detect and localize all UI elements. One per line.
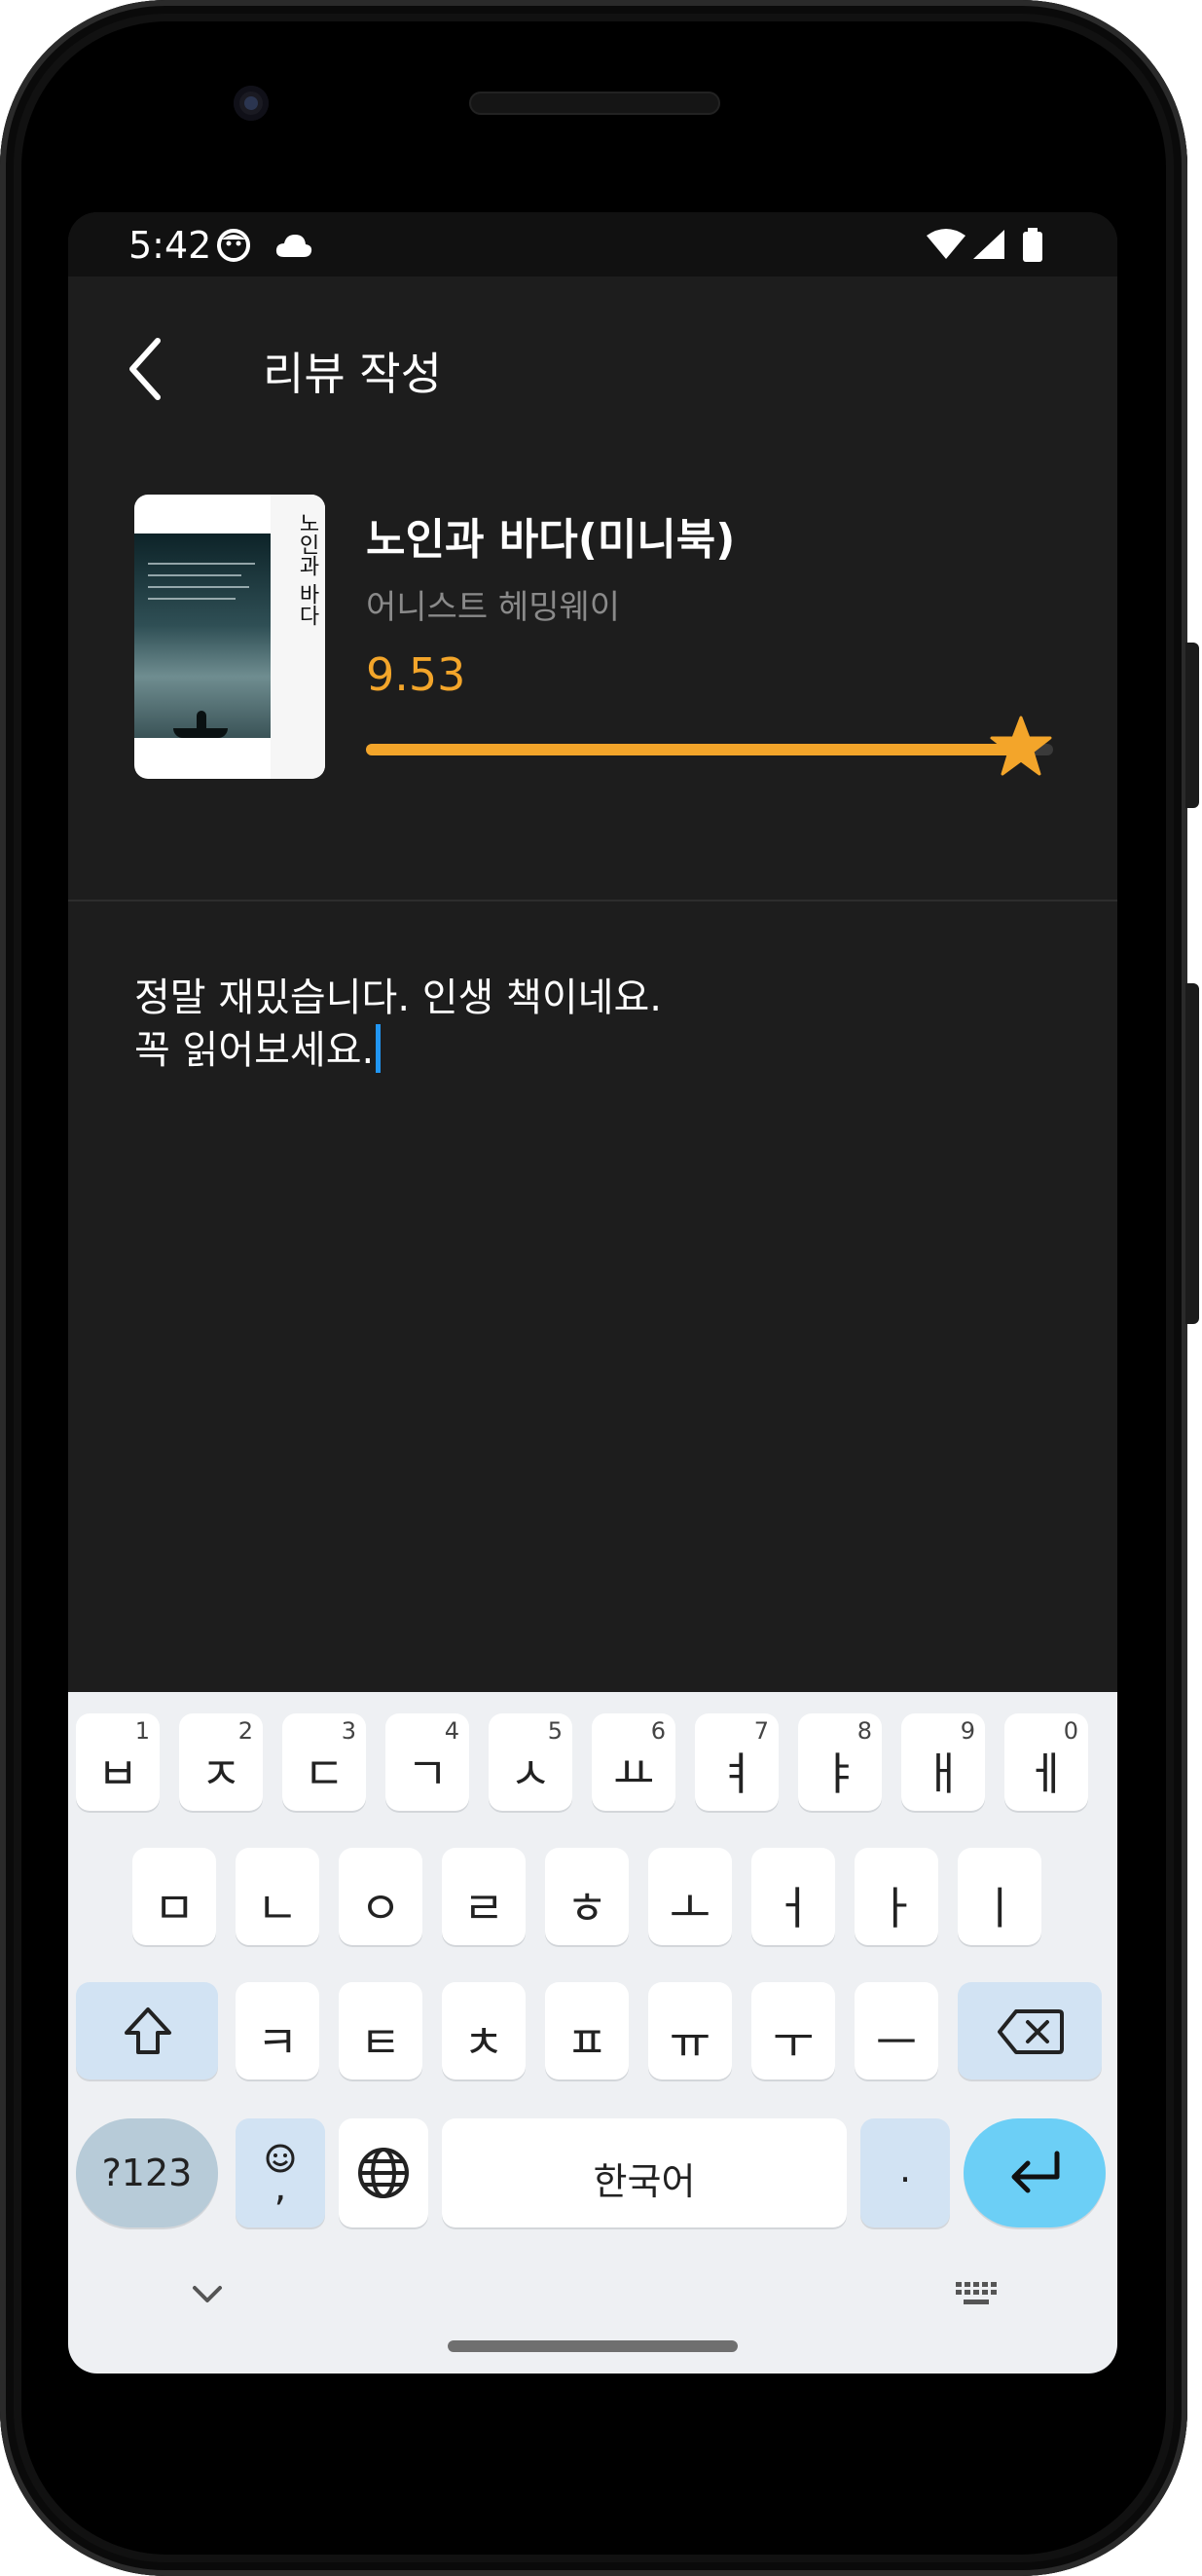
review-text-line-1: 정말 재밌습니다. 인생 책이네요. [134,975,662,1020]
rating-slider-fill [366,744,1021,755]
section-divider [68,900,1117,902]
enter-key[interactable] [964,2118,1106,2227]
key-yu[interactable]: ㅠ [648,1982,732,2079]
key-eo[interactable]: ㅓ [751,1848,835,1945]
back-arrow-icon [123,338,171,407]
period-key[interactable]: . [860,2118,950,2227]
space-key[interactable]: 한국어 [442,2118,847,2227]
power-button [1185,643,1199,808]
key-ng[interactable]: ㅇ [339,1848,422,1945]
comma-label: , [273,2165,287,2210]
star-icon[interactable] [989,715,1053,779]
key-t[interactable]: ㅌ [339,1982,422,2079]
status-time: 5:42 [128,224,212,267]
home-indicator[interactable] [448,2340,738,2352]
rating-slider[interactable] [366,716,1053,776]
key-7[interactable]: ㅕ7 [695,1713,779,1811]
keyboard: ㅂ1 ㅈ2 ㄷ3 ㄱ4 ㅅ5 ㅛ6 ㅕ7 ㅑ8 ㅐ9 ㅔ0 ㅁ ㄴ ㅇ ㄹ ㅎ … [68,1692,1117,2374]
key-6[interactable]: ㅛ6 [592,1713,675,1811]
back-button[interactable] [123,335,171,403]
symbols-key[interactable]: ?123 [76,2118,218,2227]
battery-icon [1022,228,1043,267]
earpiece-speaker [469,92,720,115]
cloud-icon [274,232,313,263]
key-eu[interactable]: ㅡ [855,1982,938,2079]
signal-icon [971,228,1006,265]
book-author: 어니스트 헤밍웨이 [366,588,621,627]
review-input[interactable]: 정말 재밌습니다. 인생 책이네요. 꼭 읽어보세요. [134,972,1049,1077]
key-2[interactable]: ㅈ2 [179,1713,263,1811]
rating-value: 9.53 [366,648,466,701]
volume-button [1185,983,1199,1324]
emoji-comma-key[interactable]: , [236,2118,325,2227]
key-9[interactable]: ㅐ9 [901,1713,985,1811]
key-5[interactable]: ㅅ5 [489,1713,572,1811]
keyboard-icon[interactable] [954,2280,999,2313]
enter-icon [1006,2148,1065,2209]
key-4[interactable]: ㄱ4 [385,1713,469,1811]
key-8[interactable]: ㅑ8 [798,1713,882,1811]
book-title: 노인과 바다(미니북) [366,515,736,565]
cover-artwork [134,534,271,738]
key-3[interactable]: ㄷ3 [282,1713,366,1811]
text-cursor [376,1024,382,1073]
backspace-icon [997,2007,1065,2067]
language-key[interactable] [339,2118,428,2227]
key-a[interactable]: ㅏ [855,1848,938,1945]
key-p[interactable]: ㅍ [545,1982,629,2079]
key-h[interactable]: ㅎ [545,1848,629,1945]
phone-frame: 5:42 리뷰 작성 노인과 바다 노인과 바다(미니북) 어니스트 헤밍웨이 … [0,0,1199,2576]
key-i[interactable]: ㅣ [958,1848,1041,1945]
key-ch[interactable]: ㅊ [442,1982,526,2079]
screen: 5:42 리뷰 작성 노인과 바다 노인과 바다(미니북) 어니스트 헤밍웨이 … [68,212,1117,2374]
key-n[interactable]: ㄴ [236,1848,319,1945]
key-u[interactable]: ㅜ [751,1982,835,2079]
front-camera [234,86,269,121]
face-icon [216,228,251,267]
key-o[interactable]: ㅗ [648,1848,732,1945]
key-10[interactable]: ㅔ0 [1004,1713,1088,1811]
page-title: 리뷰 작성 [263,348,442,400]
chevron-down-icon[interactable] [191,2284,224,2309]
key-r[interactable]: ㄹ [442,1848,526,1945]
wifi-icon [925,228,967,265]
shift-icon [123,2006,173,2067]
book-cover[interactable]: 노인과 바다 [134,495,325,779]
app-bar: 리뷰 작성 [68,276,1117,432]
key-m[interactable]: ㅁ [132,1848,216,1945]
globe-icon [356,2146,411,2211]
backspace-key[interactable] [958,1982,1102,2079]
review-text-line-2: 꼭 읽어보세요. [134,1028,375,1073]
status-bar: 5:42 [68,212,1117,276]
cover-title: 노인과 바다 [295,512,319,626]
shift-key[interactable] [76,1982,218,2079]
key-1[interactable]: ㅂ1 [76,1713,160,1811]
boat-illustration [173,711,228,738]
key-k[interactable]: ㅋ [236,1982,319,2079]
